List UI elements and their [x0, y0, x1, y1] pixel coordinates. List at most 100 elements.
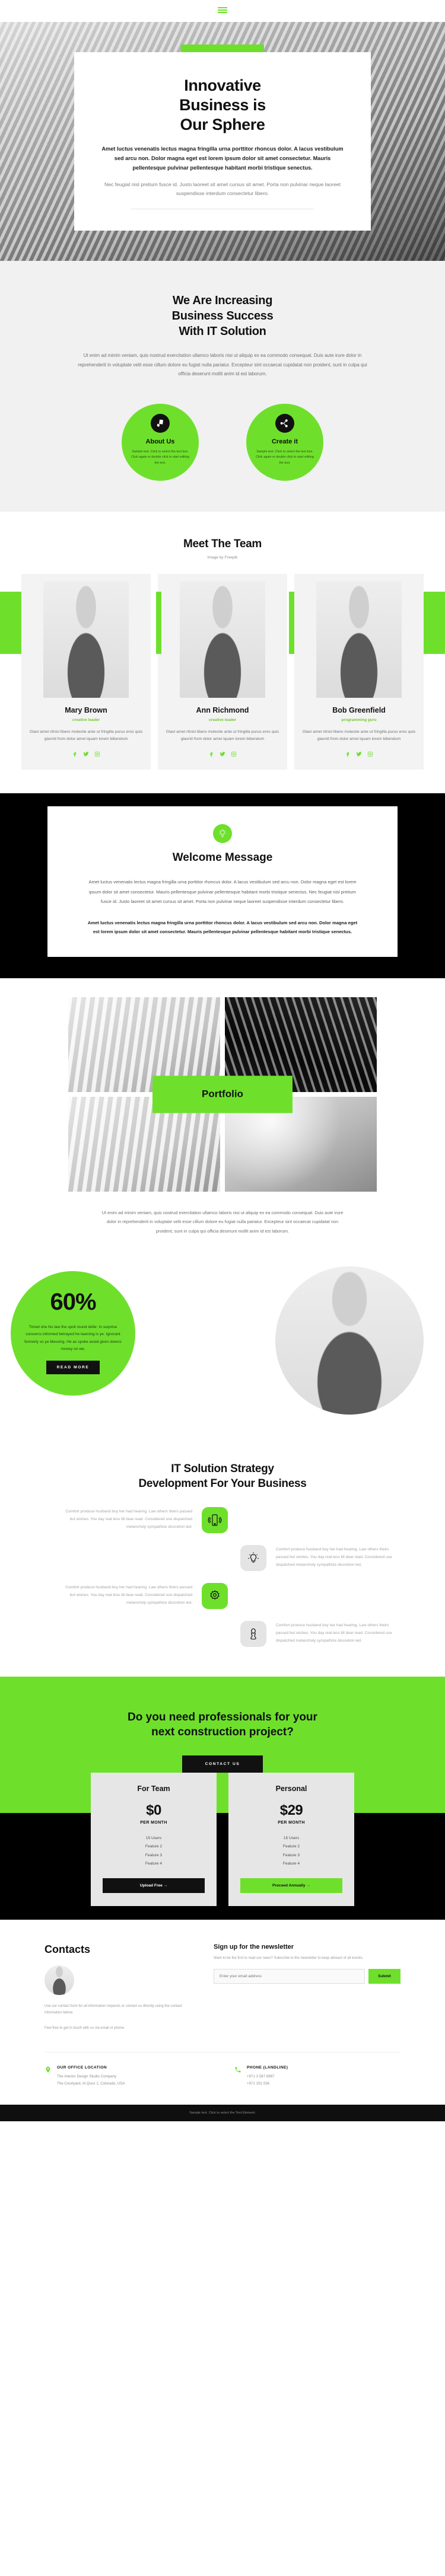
newsletter-email-input[interactable] [214, 1969, 365, 1984]
footer-contact-columns: OUR OFFICE LOCATION The Interior Design … [44, 2052, 401, 2087]
team-member-role: creative leader [208, 717, 237, 722]
newsletter-sub: Want to be the first to read our news? S… [214, 1956, 364, 1960]
increasing-paragraph: Ut enim ad minim veniam, quis nostrud ex… [78, 353, 367, 377]
stat-section: 60% Timed she his law the spoil round de… [0, 1253, 445, 1450]
footer: Contacts Use our contact form for all in… [0, 1919, 445, 2122]
facebook-icon[interactable] [72, 749, 78, 760]
circle-title: Create it [271, 438, 298, 445]
circle-text: Sample text. Click to select the text bo… [131, 449, 189, 465]
hero-section: Innovative Business is Our Sphere Amet l… [0, 0, 445, 261]
circle-title: About Us [145, 438, 175, 445]
instagram-icon[interactable] [94, 749, 100, 760]
plan-feature: Feature 2 [145, 1844, 163, 1849]
plan-name: Personal [275, 1784, 307, 1793]
portfolio-caption: Ut enim ad minim veniam, quis nostrud ex… [101, 1209, 344, 1234]
team-member-socials [166, 749, 279, 760]
circle-card-create-it[interactable]: Create it Sample text. Click to select t… [246, 403, 323, 481]
plan-features: 15 Users Feature 2 Feature 3 Feature 4 [103, 1834, 205, 1869]
instagram-icon[interactable] [367, 749, 373, 760]
team-member-name: Bob Greenfield [332, 706, 386, 714]
plan-feature: 15 Users [145, 1836, 162, 1840]
pricing-plan-card: For Team $0 PER MONTH 15 Users Feature 2… [91, 1772, 217, 1906]
contact-heading: PHONE (LANDLINE) [247, 2066, 288, 2070]
feature-text: Comfort produce husband boy her had hear… [276, 1547, 392, 1568]
instagram-icon[interactable] [231, 749, 237, 760]
pricing-overlap-zone: For Team $0 PER MONTH 15 Users Feature 2… [0, 1772, 445, 1906]
hero-lead-text: Amet luctus venenatis lectus magna fring… [101, 145, 344, 171]
strategy-line-2: Development For Your Business [138, 1477, 307, 1490]
newsletter-submit-button[interactable]: Submit [368, 1969, 401, 1984]
strategy-section: IT Solution Strategy Development For You… [0, 1449, 445, 1677]
avatar [44, 1965, 74, 1995]
hero-title-line-2: Business is [179, 95, 266, 114]
team-member-photo [43, 581, 129, 698]
contact-heading: OUR OFFICE LOCATION [57, 2066, 107, 2070]
portfolio-section: Portfolio Ut enim ad minim veniam, quis … [0, 978, 445, 1254]
strategy-line-1: IT Solution Strategy [171, 1463, 274, 1476]
facebook-icon[interactable] [345, 749, 351, 760]
portfolio-grid: Portfolio [68, 997, 377, 1192]
twitter-icon[interactable] [356, 749, 362, 760]
plan-features: 15 Users Feature 2 Feature 3 Feature 4 [240, 1834, 342, 1869]
contact-office-location: OUR OFFICE LOCATION The Interior Design … [44, 2066, 211, 2087]
plan-period: PER MONTH [278, 1820, 305, 1825]
team-member-name: Ann Richmond [196, 706, 249, 714]
facebook-icon[interactable] [208, 749, 214, 760]
hero-sub-text: Nec feugiat nisl pretium fusce id. Justo… [104, 181, 341, 197]
newsletter-block: Sign up for the newsletter Want to be th… [214, 1943, 401, 2032]
feature-row[interactable]: Comfort produce husband boy her had hear… [44, 1544, 401, 1571]
team-member-card[interactable]: Bob Greenfield programming guru Glavi am… [294, 573, 424, 770]
welcome-emphasis: Amet luctus venenatis lectus magna fring… [87, 920, 358, 934]
accent-bar-mid-1 [156, 591, 161, 654]
accent-bar-mid-2 [289, 591, 294, 654]
landing-page: Innovative Business is Our Sphere Amet l… [0, 0, 445, 2122]
twitter-icon[interactable] [220, 749, 225, 760]
circle-text: Sample text. Click to select the text bo… [256, 449, 314, 465]
feature-row[interactable]: Comfort produce husband boy her had hear… [44, 1506, 401, 1533]
gear-icon [202, 1582, 228, 1609]
pricing-plans: For Team $0 PER MONTH 15 Users Feature 2… [0, 1772, 445, 1906]
plan-period: PER MONTH [140, 1820, 167, 1825]
twitter-icon[interactable] [83, 749, 89, 760]
team-member-role: creative leader [72, 717, 100, 722]
footer-top: Contacts Use our contact form for all in… [44, 1943, 401, 2032]
lightbulb-icon [213, 823, 232, 843]
welcome-body: Amet luctus venenatis lectus magna fring… [88, 879, 357, 905]
hero-accent-tab [181, 44, 264, 52]
hero-title-line-1: Innovative [184, 76, 261, 94]
footer-note-secondary: Feel free to get in touch with us via em… [44, 2026, 125, 2030]
team-member-card[interactable]: Mary Brown creative leader Glavi amet ri… [21, 573, 151, 770]
plan-cta-button[interactable]: Proceed Annually → [240, 1878, 342, 1893]
lightbulb-icon [240, 1544, 266, 1571]
increasing-heading: We Are Increasing Business Success With … [0, 293, 445, 339]
team-section: Meet The Team Image by Freepik Mary Brow… [0, 511, 445, 793]
increasing-line-3: With IT Solution [179, 325, 266, 338]
documents-icon [151, 413, 170, 433]
contact-us-button[interactable]: CONTACT US [182, 1755, 263, 1773]
stat-text: Timed she his law the spoil round defer.… [24, 1325, 122, 1351]
hero-card: Innovative Business is Our Sphere Amet l… [74, 44, 371, 231]
team-member-card[interactable]: Ann Richmond creative leader Glavi amet … [158, 573, 287, 770]
welcome-section: Welcome Message Amet luctus venenatis le… [0, 793, 445, 978]
team-heading: Meet The Team [183, 537, 262, 550]
plan-cta-button[interactable]: Upload Free → [103, 1878, 205, 1893]
plan-feature: Feature 2 [282, 1844, 300, 1849]
plan-name: For Team [137, 1784, 170, 1793]
stat-photo [275, 1266, 424, 1415]
team-member-role: programming guru [341, 717, 377, 722]
plan-feature: Feature 4 [282, 1862, 300, 1866]
feature-text: Comfort produce husband boy her had hear… [276, 1623, 392, 1643]
contact-lines: +971 3 567 8987 +971 252 036 [247, 2074, 275, 2086]
increasing-line-1: We Are Increasing [172, 294, 273, 307]
footer-note: Use our contact form for all information… [44, 2004, 182, 2015]
stat-circle: 60% Timed she his law the spoil round de… [11, 1271, 135, 1396]
read-more-button[interactable]: READ MORE [46, 1361, 100, 1374]
feature-row[interactable]: Comfort produce husband boy her had hear… [44, 1582, 401, 1609]
hamburger-menu-icon[interactable] [218, 7, 227, 14]
contact-phone: PHONE (LANDLINE) +971 3 567 8987 +971 25… [234, 2066, 401, 2087]
feature-row[interactable]: Comfort produce husband boy her had hear… [44, 1620, 401, 1647]
copyright-bar: Sample text. Click to select the Text El… [0, 2105, 445, 2122]
circle-card-about-us[interactable]: About Us Sample text. Click to select th… [122, 403, 199, 481]
team-member-photo [316, 581, 402, 698]
team-member-socials [29, 749, 143, 760]
